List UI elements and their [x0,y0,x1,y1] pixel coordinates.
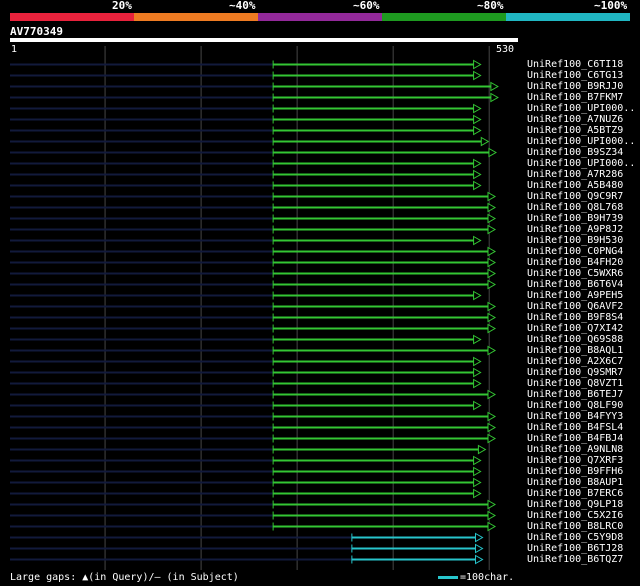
hit-label[interactable]: UniRef100_B7ERC6 [527,488,623,499]
hit-end-arrow [487,389,497,400]
hit-label[interactable]: UniRef100_C5WXR6 [527,268,623,279]
hit-end-arrow [475,532,484,543]
hit-label[interactable]: UniRef100_Q6AVF2 [527,301,623,312]
hit-end-arrow [473,180,482,191]
hit-label[interactable]: UniRef100_A7R286 [527,169,623,180]
hit-label[interactable]: UniRef100_Q9SMR7 [527,367,623,378]
hit-label[interactable]: UniRef100_B4FSL4 [527,422,623,433]
hit-end-arrow [487,257,497,268]
hit-label[interactable]: UniRef100_Q8LF90 [527,400,623,411]
hit-label[interactable]: UniRef100_C6TI18 [527,59,623,70]
hit-end-arrow [488,147,497,158]
hit-label[interactable]: UniRef100_A5B480 [527,180,623,191]
hit-label[interactable]: UniRef100_UPI000.. [527,158,635,169]
hit-end-arrow [473,125,482,136]
hit-end-arrow [473,290,482,301]
hit-end-arrow [473,103,482,114]
gap-legend: Large gaps: ▲(in Query)/– (in Subject) [10,572,239,583]
hit-end-arrow [487,191,497,202]
hit-label[interactable]: UniRef100_B9SZ34 [527,147,623,158]
hit-label[interactable]: UniRef100_B4FYY3 [527,411,623,422]
hit-label[interactable]: UniRef100_A2X6C7 [527,356,623,367]
hit-label[interactable]: UniRef100_A7NUZ6 [527,114,623,125]
hit-end-arrow [490,81,499,92]
hit-end-arrow [487,411,497,422]
hit-end-arrow [475,554,484,565]
hit-marks [10,59,499,565]
hit-end-arrow [487,312,497,323]
hit-label[interactable]: UniRef100_UPI000.. [527,136,635,147]
hit-end-arrow [477,444,487,455]
grid-lines [104,46,490,570]
hit-end-arrow [487,433,497,444]
hit-label[interactable]: UniRef100_Q7XI42 [527,323,623,334]
hit-end-arrow [473,158,482,169]
hit-end-arrow [490,92,499,103]
hit-end-arrow [480,136,490,147]
hit-label[interactable]: UniRef100_C5Y9D8 [527,532,623,543]
hit-end-arrow [473,334,482,345]
hit-end-arrow [473,169,482,180]
hit-label[interactable]: UniRef100_B9H530 [527,235,623,246]
hit-end-arrow [473,400,482,411]
hit-end-arrow [473,70,482,81]
hit-label[interactable]: UniRef100_B9F8S4 [527,312,623,323]
hit-end-arrow [487,279,497,290]
hit-end-arrow [473,367,482,378]
hit-end-arrow [487,510,497,521]
hit-label[interactable]: UniRef100_C5X2I6 [527,510,623,521]
hit-label[interactable]: UniRef100_A9P8J2 [527,224,623,235]
hit-end-arrow [473,235,482,246]
hit-label[interactable]: UniRef100_A9NLN8 [527,444,623,455]
hit-label[interactable]: UniRef100_C6TG13 [527,70,623,81]
hit-label[interactable]: UniRef100_B9RJJ0 [527,81,623,92]
hit-label[interactable]: UniRef100_Q9C9R7 [527,191,623,202]
hit-end-arrow [473,59,482,70]
hit-label[interactable]: UniRef100_B6TEJ7 [527,389,623,400]
hit-label[interactable]: UniRef100_C0PNG4 [527,246,623,257]
hit-label[interactable]: UniRef100_B9H739 [527,213,623,224]
hit-label[interactable]: UniRef100_A5BTZ9 [527,125,623,136]
hit-end-arrow [487,499,497,510]
hit-label[interactable]: UniRef100_B8AUP1 [527,477,623,488]
hit-label[interactable]: UniRef100_B9FFH6 [527,466,623,477]
hit-label[interactable]: UniRef100_Q69S88 [527,334,623,345]
hit-end-arrow [487,202,497,213]
hit-label[interactable]: UniRef100_B7FKM7 [527,92,623,103]
hit-label[interactable]: UniRef100_B6TJ28 [527,543,623,554]
hit-end-arrow [487,246,497,257]
hit-label[interactable]: UniRef100_Q9LP18 [527,499,623,510]
hit-end-arrow [487,268,497,279]
scale-bar [438,575,458,579]
hit-end-arrow [487,213,497,224]
hit-label[interactable]: UniRef100_B4FH20 [527,257,623,268]
scale-legend: =100char. [438,572,514,583]
hit-end-arrow [473,455,482,466]
hit-end-arrow [473,378,482,389]
hit-label[interactable]: UniRef100_B4FBJ4 [527,433,623,444]
hit-label[interactable]: UniRef100_Q8L768 [527,202,623,213]
hit-label[interactable]: UniRef100_B8LRC0 [527,521,623,532]
hit-label[interactable]: UniRef100_Q8VZT1 [527,378,623,389]
hit-end-arrow [473,488,482,499]
hit-end-arrow [487,224,497,235]
scale-text: =100char. [460,572,515,583]
hit-label[interactable]: UniRef100_UPI000.. [527,103,635,114]
hit-label[interactable]: UniRef100_Q7XRF3 [527,455,623,466]
hit-end-arrow [487,345,497,356]
hit-end-arrow [475,543,484,554]
hit-end-arrow [473,356,482,367]
hit-label[interactable]: UniRef100_B6T6V4 [527,279,623,290]
hit-end-arrow [473,466,482,477]
hit-label[interactable]: UniRef100_B8AQL1 [527,345,623,356]
hit-end-arrow [487,301,497,312]
hit-label[interactable]: UniRef100_A9PEH5 [527,290,623,301]
hit-end-arrow [487,323,497,334]
hit-label[interactable]: UniRef100_B6TQZ7 [527,554,623,565]
hit-end-arrow [473,114,482,125]
hit-end-arrow [473,477,482,488]
hit-end-arrow [487,422,497,433]
hit-end-arrow [487,521,497,532]
